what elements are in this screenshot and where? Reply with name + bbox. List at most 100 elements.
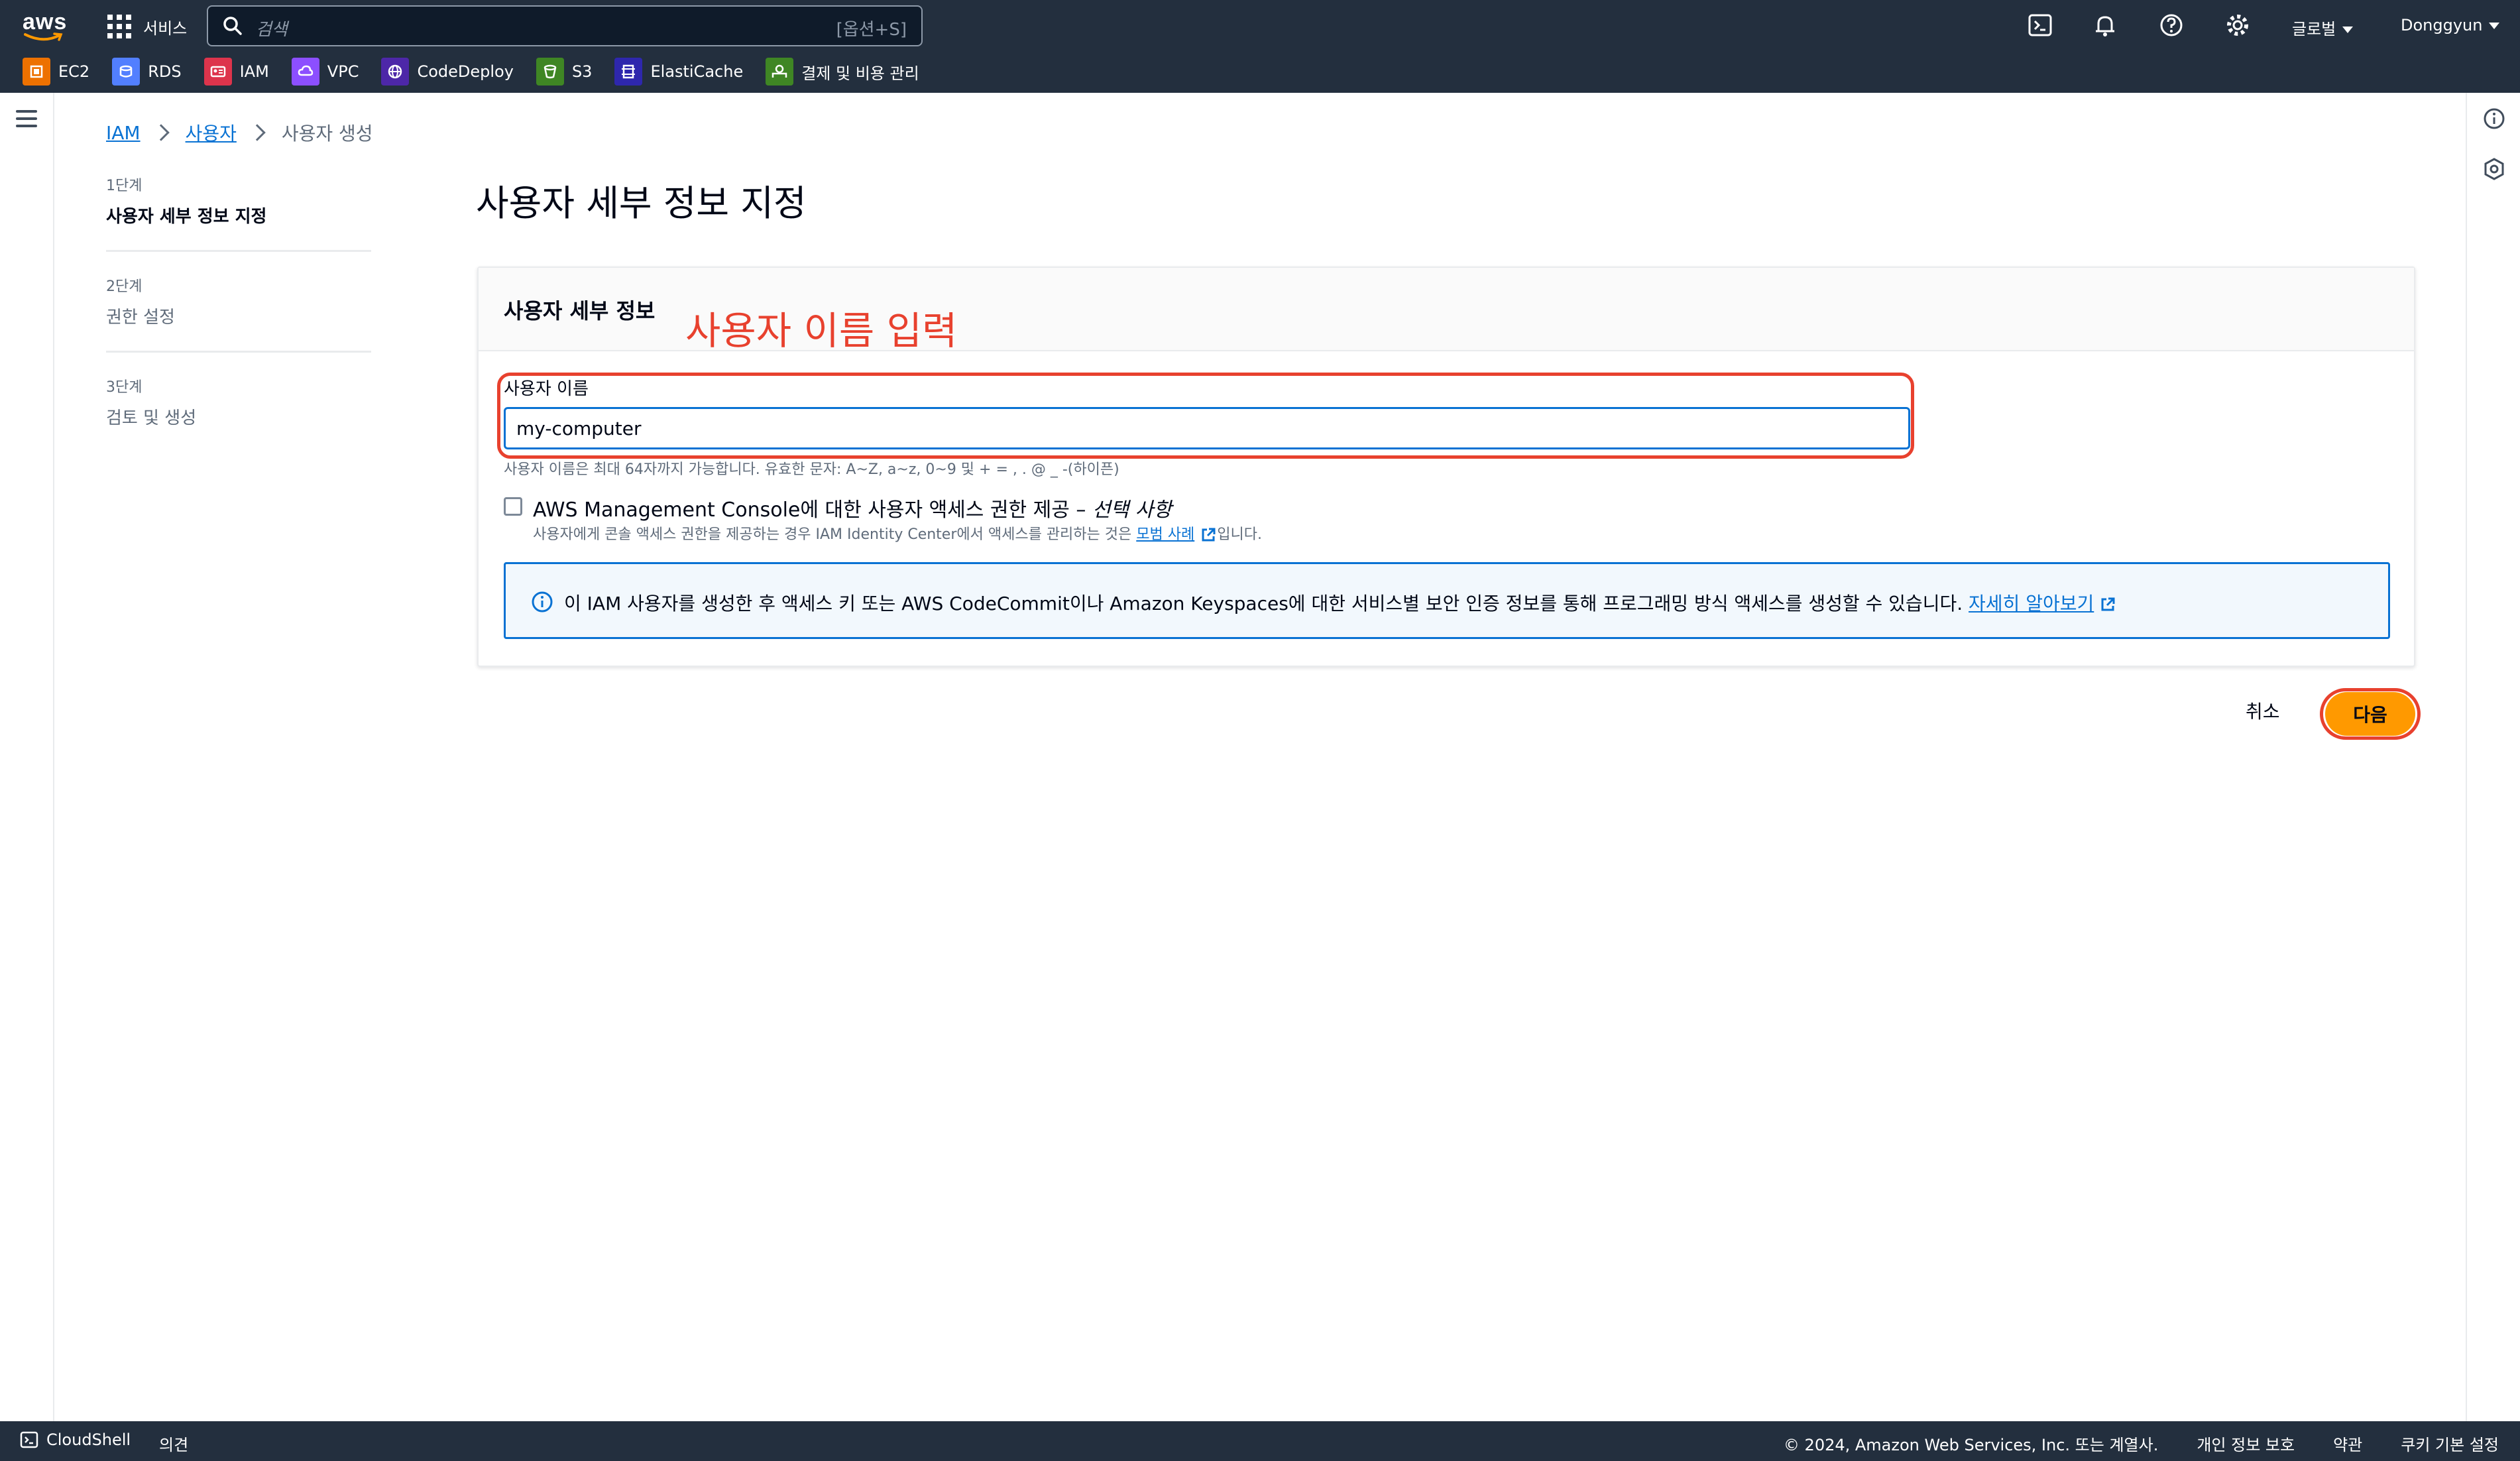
services-menu-button[interactable]: 서비스 <box>107 12 187 41</box>
info-alert-text: 이 IAM 사용자를 생성한 후 액세스 키 또는 AWS CodeCommit… <box>564 589 2116 616</box>
top-navigation-bar: aws 서비스 검색 [옵션+S] 글로벌 Donggyun EC2 RDS I… <box>0 0 2520 93</box>
search-shortcut: [옵션+S] <box>836 20 907 40</box>
step-name: 검토 및 생성 <box>106 408 197 428</box>
copyright-text: © 2024, Amazon Web Services, Inc. 또는 계열사… <box>1783 1436 2159 1454</box>
chevron-right-icon <box>249 124 266 141</box>
favorite-vpc[interactable]: VPC <box>291 58 359 86</box>
iam-icon <box>203 58 232 86</box>
aws-smile-icon <box>24 32 63 41</box>
favorite-rds[interactable]: RDS <box>112 58 182 86</box>
aws-logo[interactable]: aws <box>23 9 69 41</box>
favorite-label: EC2 <box>58 62 90 81</box>
breadcrumb: IAM 사용자 사용자 생성 <box>106 119 373 146</box>
ec2-icon <box>23 58 50 86</box>
console-access-label[interactable]: AWS Management Console에 대한 사용자 액세스 권한 제공… <box>533 493 1172 522</box>
footer-links: © 2024, Amazon Web Services, Inc. 또는 계열사… <box>1784 1432 2499 1455</box>
panel-title: 사용자 세부 정보 <box>504 298 656 323</box>
chevron-down-icon <box>2489 23 2500 29</box>
privacy-link[interactable]: 개인 정보 보호 <box>2197 1432 2295 1455</box>
breadcrumb-iam-link[interactable]: IAM <box>106 122 141 144</box>
next-button[interactable]: 다음 <box>2325 692 2415 736</box>
wizard-step-1[interactable]: 1단계 사용자 세부 정보 지정 <box>106 174 371 252</box>
console-desc-pre: 사용자에게 콘솔 액세스 권한을 제공하는 경우 IAM Identity Ce… <box>533 526 1132 543</box>
bell-icon[interactable] <box>2092 12 2118 38</box>
search-input[interactable]: 검색 [옵션+S] <box>207 5 923 46</box>
username-input[interactable] <box>504 407 1910 449</box>
page-title: 사용자 세부 정보 지정 <box>476 182 807 224</box>
info-message: 이 IAM 사용자를 생성한 후 액세스 키 또는 AWS CodeCommit… <box>564 593 1963 614</box>
favorite-label: S3 <box>571 62 593 81</box>
username-label: 사용자 이름 <box>504 379 589 399</box>
favorite-label: VPC <box>327 62 359 81</box>
elasticache-icon <box>614 58 643 86</box>
external-link-icon <box>1202 528 1216 542</box>
cookie-preferences-link[interactable]: 쿠키 기본 설정 <box>2401 1432 2499 1455</box>
cancel-button[interactable]: 취소 <box>2246 697 2280 724</box>
info-alert: 이 IAM 사용자를 생성한 후 액세스 키 또는 AWS CodeCommit… <box>504 562 2390 639</box>
footer: CloudShell 의견 © 2024, Amazon Web Service… <box>0 1421 2520 1461</box>
best-practice-link-text: 모범 사례 <box>1136 526 1195 543</box>
favorite-label: IAM <box>239 62 269 81</box>
console-access-text: AWS Management Console에 대한 사용자 액세스 권한 제공… <box>533 498 1086 522</box>
breadcrumb-current: 사용자 생성 <box>281 123 373 145</box>
s3-icon <box>536 58 564 86</box>
step-number: 1단계 <box>106 178 143 194</box>
panel-header: 사용자 세부 정보 사용자 이름 입력 <box>479 268 2414 353</box>
username-constraint-text: 사용자 이름은 최대 64자까지 가능합니다. 유효한 문자: A~Z, a~z… <box>504 461 1119 478</box>
cloudshell-button[interactable]: CloudShell <box>20 1431 131 1449</box>
favorite-codedeploy[interactable]: CodeDeploy <box>381 58 514 86</box>
info-icon <box>532 591 553 613</box>
cloudshell-icon[interactable] <box>2027 12 2053 38</box>
optional-text: 선택 사항 <box>1092 498 1172 522</box>
vpc-icon <box>291 58 319 86</box>
feedback-link[interactable]: 의견 <box>159 1432 188 1455</box>
favorite-billing[interactable]: 결제 및 비용 관리 <box>766 58 919 86</box>
favorite-elasticache[interactable]: ElastiCache <box>614 58 743 86</box>
chevron-down-icon <box>2342 27 2354 33</box>
terms-link[interactable]: 약관 <box>2333 1432 2362 1455</box>
chevron-right-icon <box>152 124 170 141</box>
breadcrumb-users-link[interactable]: 사용자 <box>186 119 237 146</box>
favorite-iam[interactable]: IAM <box>203 58 269 86</box>
settings-icon[interactable] <box>2224 12 2251 38</box>
learn-more-link-text: 자세히 알아보기 <box>1969 593 2094 614</box>
console-desc-post: 입니다. <box>1217 526 1262 543</box>
best-practice-link[interactable]: 모범 사례 <box>1136 526 1217 543</box>
step-name: 권한 설정 <box>106 308 175 327</box>
search-placeholder: 검색 <box>256 20 288 40</box>
help-icon[interactable] <box>2158 12 2185 38</box>
menu-icon[interactable] <box>16 110 37 127</box>
left-side-strip <box>0 93 54 1421</box>
step-number: 2단계 <box>106 278 143 295</box>
user-label: Donggyun <box>2401 16 2483 34</box>
info-panel-icon[interactable] <box>2482 106 2507 131</box>
favorite-s3[interactable]: S3 <box>536 58 593 86</box>
wizard-step-3: 3단계 검토 및 생성 <box>106 375 371 451</box>
annotation-label: 사용자 이름 입력 <box>685 308 958 353</box>
wizard-steps: 1단계 사용자 세부 정보 지정 2단계 권한 설정 3단계 검토 및 생성 <box>106 174 371 474</box>
favorite-label: RDS <box>148 62 182 81</box>
step-number: 3단계 <box>106 379 143 396</box>
region-selector[interactable]: 글로벌 <box>2292 16 2354 39</box>
search-icon <box>223 17 242 35</box>
favorites-bar: EC2 RDS IAM VPC CodeDeploy S3 ElastiCach… <box>23 53 919 90</box>
user-details-panel: 사용자 세부 정보 사용자 이름 입력 사용자 이름 사용자 이름은 최대 64… <box>477 266 2415 667</box>
wizard-step-2: 2단계 권한 설정 <box>106 274 371 353</box>
rds-icon <box>112 58 141 86</box>
hexagon-icon[interactable] <box>2482 156 2507 182</box>
learn-more-link[interactable]: 자세히 알아보기 <box>1969 593 2116 614</box>
region-label: 글로벌 <box>2292 20 2336 38</box>
account-menu[interactable]: Donggyun <box>2401 16 2500 34</box>
favorite-label: CodeDeploy <box>417 62 514 81</box>
step-name: 사용자 세부 정보 지정 <box>106 207 267 227</box>
right-side-strip <box>2466 93 2520 1421</box>
cloudshell-label: CloudShell <box>46 1431 131 1449</box>
codedeploy-icon <box>381 58 410 86</box>
external-link-icon <box>2101 597 2115 611</box>
favorite-ec2[interactable]: EC2 <box>23 58 89 86</box>
console-access-checkbox[interactable] <box>504 497 522 516</box>
favorite-label: 결제 및 비용 관리 <box>801 64 919 83</box>
services-grid-icon <box>107 15 131 38</box>
console-access-description: 사용자에게 콘솔 액세스 권한을 제공하는 경우 IAM Identity Ce… <box>533 522 1262 544</box>
services-label: 서비스 <box>143 19 188 38</box>
